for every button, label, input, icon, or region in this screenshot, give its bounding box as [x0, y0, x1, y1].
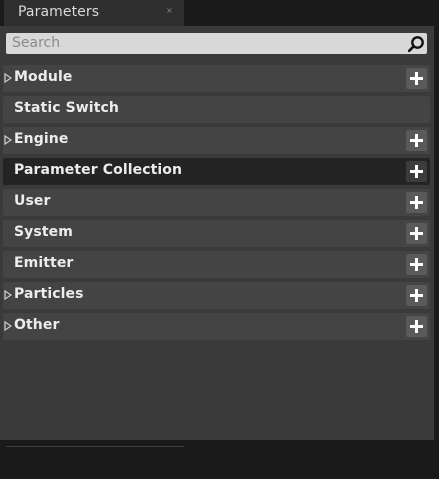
search-placeholder: Search — [12, 35, 61, 51]
category-row-emitter[interactable]: Emitter — [3, 251, 430, 278]
chevron-right-icon[interactable] — [4, 73, 12, 83]
category-list: Module Static Switch Engine Parameter Colle… — [3, 65, 430, 344]
tab-parameters[interactable]: Parameters × — [4, 0, 184, 26]
category-label: Particles — [14, 286, 84, 302]
category-label: Static Switch — [14, 100, 119, 116]
tab-title: Parameters — [18, 4, 100, 20]
category-label: Parameter Collection — [14, 162, 183, 178]
add-parameter-button[interactable] — [406, 192, 427, 213]
category-row-particles[interactable]: Particles — [3, 282, 430, 309]
add-parameter-button[interactable] — [406, 254, 427, 275]
category-row-static-switch[interactable]: Static Switch — [3, 96, 430, 123]
search-input[interactable]: Search — [6, 33, 427, 54]
parameters-window: Parameters × Search Module Static Switch E… — [0, 0, 439, 479]
category-row-user[interactable]: User — [3, 189, 430, 216]
category-label: Module — [14, 69, 73, 85]
parameters-panel: Search Module Static Switch Engine Paramete… — [0, 26, 434, 440]
category-row-other[interactable]: Other — [3, 313, 430, 340]
chevron-right-icon[interactable] — [4, 135, 12, 145]
category-label: System — [14, 224, 73, 240]
chevron-right-icon[interactable] — [4, 321, 12, 331]
category-row-engine[interactable]: Engine — [3, 127, 430, 154]
chevron-right-icon[interactable] — [4, 290, 12, 300]
add-parameter-button[interactable] — [406, 285, 427, 306]
add-parameter-button[interactable] — [406, 223, 427, 244]
search-icon[interactable] — [407, 35, 425, 53]
add-parameter-button[interactable] — [406, 130, 427, 151]
category-label: Engine — [14, 131, 69, 147]
tab-strip: Parameters × — [0, 0, 439, 26]
add-parameter-button[interactable] — [406, 316, 427, 337]
category-label: User — [14, 193, 51, 209]
divider — [6, 446, 184, 447]
category-label: Emitter — [14, 255, 74, 271]
category-row-module[interactable]: Module — [3, 65, 430, 92]
add-parameter-button[interactable] — [406, 161, 427, 182]
close-icon[interactable]: × — [166, 6, 173, 15]
category-label: Other — [14, 317, 60, 333]
category-row-parameter-collection[interactable]: Parameter Collection — [3, 158, 430, 185]
add-parameter-button[interactable] — [406, 68, 427, 89]
category-row-system[interactable]: System — [3, 220, 430, 247]
